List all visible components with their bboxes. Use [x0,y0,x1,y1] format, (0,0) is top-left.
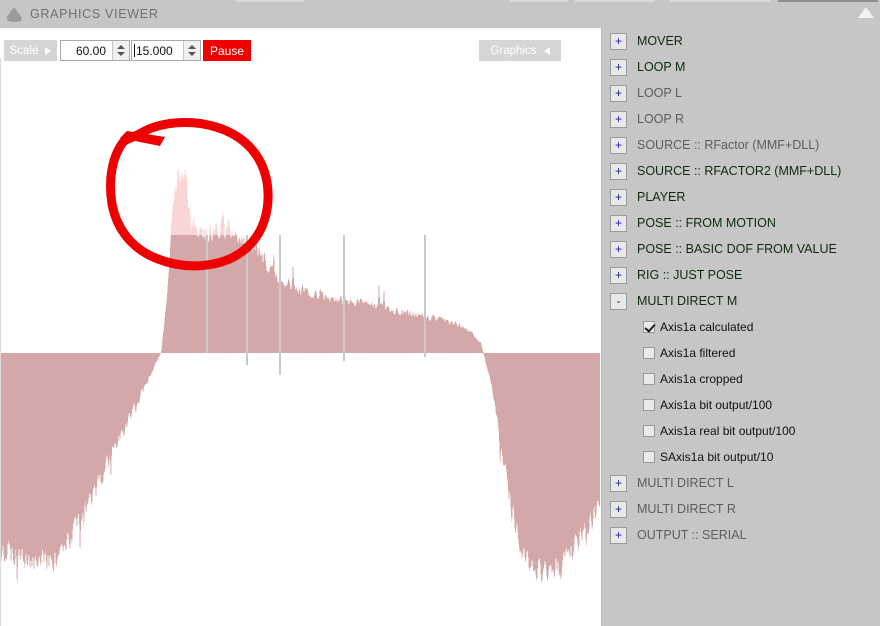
tree-checkbox-label: Axis1a cropped [660,372,743,386]
range-value-input[interactable]: 15.000 [131,40,201,61]
checkbox-unchecked-icon[interactable] [643,425,655,437]
expand-icon[interactable]: + [610,500,627,518]
tree-checkbox-label: SAxis1a bit output/10 [660,450,774,464]
graph-toolbar: Scale 60.00 15.000 Pause Graphics [0,28,601,61]
tree-node-pose-from-motion[interactable]: + POSE :: FROM MOTION [602,210,880,236]
signal-plot-svg [1,165,600,591]
expand-icon[interactable]: + [610,162,627,180]
tree-checkbox-row[interactable]: Axis1a filtered [602,340,735,366]
tree-node-player[interactable]: + PLAYER [602,184,880,210]
graphics-viewer-window: GRAPHICS VIEWER Scale 60.00 15.000 Pause… [0,0,880,626]
signal-marker-line [206,235,208,353]
tree-node-label: LOOP M [637,60,686,74]
checkbox-unchecked-icon[interactable] [643,373,655,385]
tree-node-output-serial[interactable]: + OUTPUT :: SERIAL [602,522,880,548]
triangle-up-icon [188,45,196,49]
tree-checkbox-row[interactable]: Axis1a cropped [602,366,743,392]
range-value-stepper[interactable] [183,41,200,60]
triangle-up-icon [117,45,125,49]
expand-icon[interactable]: + [610,58,627,76]
checkbox-unchecked-icon[interactable] [643,399,655,411]
triangle-left-icon [543,46,550,55]
expand-icon[interactable]: + [610,474,627,492]
triangle-down-icon [117,52,125,56]
module-tree-panel: + MOVER + LOOP M + LOOP L + LOOP R + SOURCE :: RF… [602,28,880,626]
tree-node-multi-direct-l[interactable]: + MULTI DIRECT L [602,470,880,496]
tree-node-label: MOVER [637,34,683,48]
tree-node-loop-m[interactable]: + LOOP M [602,54,880,80]
tree-node-rig-just-pose[interactable]: + RIG :: JUST POSE [602,262,880,288]
tree-node-multi-direct-r[interactable]: + MULTI DIRECT R [602,496,880,522]
expand-icon[interactable]: + [610,526,627,544]
signal-marker-line [279,235,281,375]
checkbox-checked-icon[interactable] [643,321,655,333]
expand-icon[interactable]: + [610,240,627,258]
checkbox-unchecked-icon[interactable] [643,347,655,359]
triangle-right-icon [45,46,52,55]
scale-button-label: Scale [9,44,39,57]
tree-node-label: PLAYER [637,190,686,204]
cone-icon [6,6,23,23]
tree-node-label: MULTI DIRECT L [637,476,734,490]
tree-checkbox-row[interactable]: Axis1a bit output/100 [602,392,772,418]
expand-icon[interactable]: + [610,266,627,284]
collapse-icon[interactable]: - [610,292,627,310]
tree-node-label: OUTPUT :: SERIAL [637,528,747,542]
graphics-button[interactable]: Graphics [479,40,561,61]
signal-plot[interactable] [1,61,601,626]
tree-node-label: SOURCE :: RFactor (MMF+DLL) [637,138,820,152]
triangle-down-icon [188,52,196,56]
expand-icon[interactable]: + [610,32,627,50]
tree-node-label: LOOP L [637,86,682,100]
scale-button[interactable]: Scale [4,40,57,61]
tree-checkbox-label: Axis1a real bit output/100 [660,424,796,438]
scale-value-text: 60.00 [75,43,106,58]
tree-node-multi-direct-m[interactable]: - MULTI DIRECT M [602,288,880,314]
signal-marker-line [246,235,248,365]
tree-node-mover[interactable]: + MOVER [602,28,880,54]
tree-node-loop-r[interactable]: + LOOP R [602,106,880,132]
signal-marker-line [343,235,345,361]
tree-node-label: RIG :: JUST POSE [637,268,743,282]
pause-button[interactable]: Pause [203,40,251,61]
tree-checkbox-label: Axis1a calculated [660,320,754,334]
tree-node-label: LOOP R [637,112,685,126]
tree-node-label: POSE :: FROM MOTION [637,216,776,230]
range-value-text: 15.000 [132,41,183,60]
tree-checkbox-row[interactable]: Axis1a calculated [602,314,753,340]
checkbox-unchecked-icon[interactable] [643,451,655,463]
tree-node-source-rfactor-mmf-dll[interactable]: + SOURCE :: RFactor (MMF+DLL) [602,132,880,158]
tree-node-label: MULTI DIRECT R [637,502,736,516]
page-title: GRAPHICS VIEWER [30,7,159,21]
tree-node-pose-basic-dof-from-value[interactable]: + POSE :: BASIC DOF FROM VALUE [602,236,880,262]
tree-checkbox-label: Axis1a filtered [660,346,736,360]
tree-node-source-rfactor2-mmf-dll[interactable]: + SOURCE :: RFACTOR2 (MMF+DLL) [602,158,880,184]
signal-marker-line [424,235,426,357]
tree-node-label: POSE :: BASIC DOF FROM VALUE [637,242,837,256]
expand-icon[interactable]: + [610,136,627,154]
signal-negative-fill [1,353,600,591]
expand-icon[interactable]: + [610,188,627,206]
tree-checkbox-row[interactable]: SAxis1a bit output/10 [602,444,773,470]
signal-positive-body-fill [1,235,600,353]
tree-checkbox-row[interactable]: Axis1a real bit output/100 [602,418,795,444]
scale-value-input[interactable]: 60.00 [60,40,130,61]
scale-value-stepper[interactable] [112,41,129,60]
triangle-up-icon[interactable] [858,7,874,18]
tree-checkbox-label: Axis1a bit output/100 [660,398,773,412]
graphics-button-label: Graphics [490,44,537,57]
tree-node-label: MULTI DIRECT M [637,294,738,308]
tree-node-label: SOURCE :: RFACTOR2 (MMF+DLL) [637,164,842,178]
expand-icon[interactable]: + [610,110,627,128]
graph-pane: Scale 60.00 15.000 Pause Graphics [0,28,602,626]
expand-icon[interactable]: + [610,214,627,232]
expand-icon[interactable]: + [610,84,627,102]
tree-node-loop-l[interactable]: + LOOP L [602,80,880,106]
title-bar: GRAPHICS VIEWER [0,0,236,28]
